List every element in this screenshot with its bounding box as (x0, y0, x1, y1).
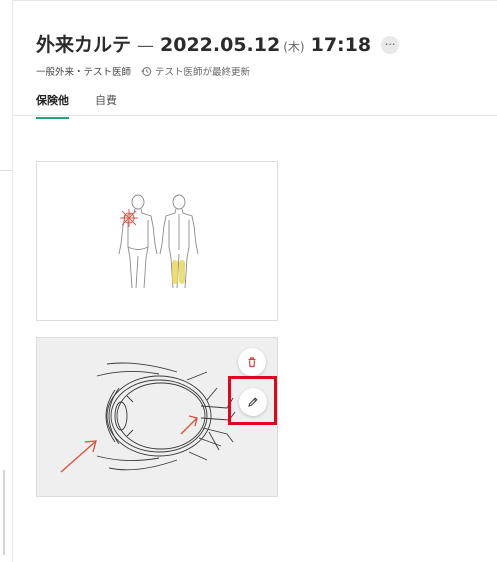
body-chart-image[interactable] (36, 161, 278, 321)
rail-divider (0, 170, 12, 171)
meta-row: 一般外来・テスト医師 テスト医師が最終更新 (36, 64, 487, 78)
rail-scrollbar[interactable] (3, 470, 5, 555)
more-options-button[interactable]: ··· (381, 35, 400, 54)
trash-icon (248, 357, 256, 368)
last-updated: テスト医師が最終更新 (141, 64, 250, 78)
more-horizontal-icon: ··· (384, 38, 396, 51)
visit-time: 17:18 (310, 34, 372, 56)
page-title: 外来カルテ (36, 34, 132, 56)
visit-date: 2022.05.12 (160, 34, 281, 56)
highlight-box (228, 376, 277, 425)
title-row: 外来カルテ — 2022.05.12 (木) 17:18 ··· (36, 30, 487, 57)
department-doctor: 一般外来・テスト医師 (36, 67, 132, 78)
visit-weekday: (木) (283, 40, 305, 54)
tabs-divider (12, 115, 497, 116)
history-icon (141, 66, 152, 76)
top-divider (12, 0, 497, 1)
title-separator: — (137, 36, 155, 56)
delete-button[interactable] (238, 348, 266, 376)
body-diagram (118, 194, 199, 289)
chart-header: 外来カルテ — 2022.05.12 (木) 17:18 ··· 一般外来・テス… (36, 30, 487, 78)
pain-marker (120, 209, 138, 227)
last-updated-text: テスト医師が最終更新 (155, 67, 251, 78)
left-rail (0, 0, 13, 562)
